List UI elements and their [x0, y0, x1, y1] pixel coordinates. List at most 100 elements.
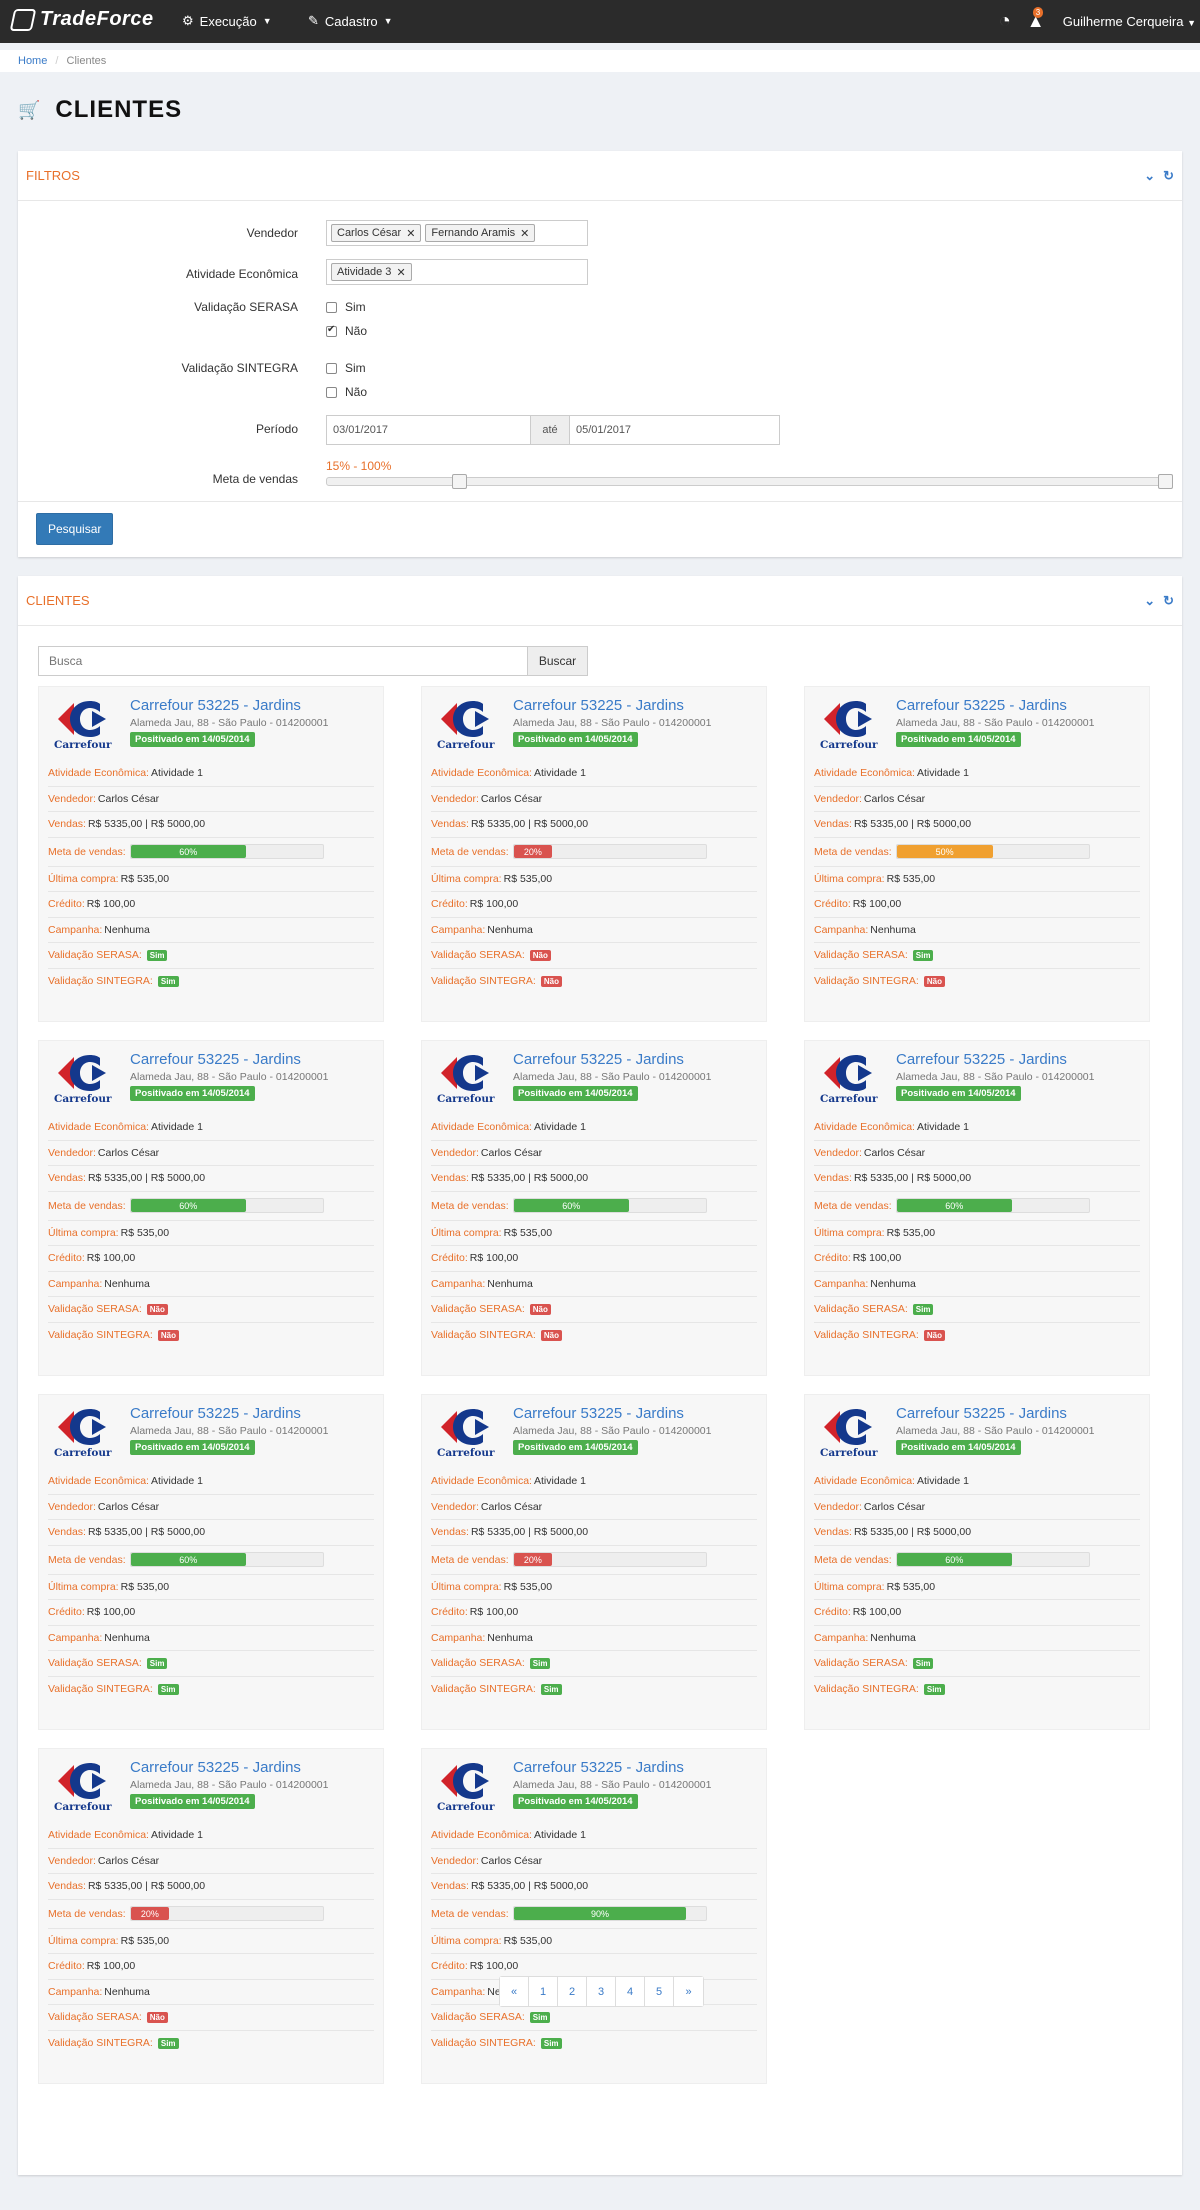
notification-count: 3 [1032, 6, 1044, 18]
pagination-page[interactable]: 3 [587, 1977, 616, 2006]
nav-cadastro[interactable]: ✎ Cadastro ▼ [308, 13, 393, 29]
card-row-ultima: Última compra: R$ 535,00 [431, 867, 757, 892]
remove-icon[interactable]: ✕ [520, 227, 529, 240]
ultima-key: Última compra: [814, 872, 885, 885]
client-card[interactable]: Carrefour Carrefour 53225 - Jardins Alamed… [421, 1040, 767, 1376]
client-card[interactable]: Carrefour Carrefour 53225 - Jardins Alamed… [421, 1394, 767, 1730]
client-card[interactable]: Carrefour Carrefour 53225 - Jardins Alamed… [38, 1394, 384, 1730]
atividade-select[interactable]: Atividade 3 ✕ [326, 259, 588, 285]
card-row-serasa: Validação SERASA: Sim [814, 1297, 1140, 1323]
nav-execucao-label: Execução [199, 13, 257, 29]
remove-icon[interactable]: ✕ [406, 227, 415, 240]
client-search-input[interactable] [38, 646, 528, 676]
client-card[interactable]: Carrefour Carrefour 53225 - Jardins Alamed… [804, 1040, 1150, 1376]
buscar-button[interactable]: Buscar [528, 646, 588, 676]
client-name[interactable]: Carrefour 53225 - Jardins [130, 1051, 328, 1068]
sintegra-sim-checkbox[interactable] [326, 362, 337, 374]
slider-handle-max[interactable] [1158, 474, 1173, 489]
card-row-meta: Meta de vendas: 60% [814, 1192, 1140, 1221]
remove-icon[interactable]: ✕ [396, 266, 405, 279]
gear-icon: ⚙ [182, 13, 194, 28]
sintegra-sim-option[interactable]: Sim [326, 361, 366, 375]
client-card[interactable]: Carrefour Carrefour 53225 - Jardins Alamed… [38, 1748, 384, 2084]
campanha-key: Campanha: [48, 1985, 103, 1998]
serasa-status-label: Não [146, 2011, 168, 2023]
client-card[interactable]: Carrefour Carrefour 53225 - Jardins Alamed… [421, 1748, 767, 2084]
slider-handle-min[interactable] [451, 474, 467, 489]
serasa-nao-checkbox[interactable] [326, 324, 337, 337]
client-name[interactable]: Carrefour 53225 - Jardins [130, 1759, 328, 1776]
serasa-sim-checkbox[interactable] [326, 301, 337, 313]
pagination-prev[interactable]: « [500, 1977, 529, 2006]
user-menu[interactable]: Guilherme Cerqueira ▼ [1063, 14, 1196, 29]
pesquisar-button[interactable]: Pesquisar [36, 513, 114, 545]
app-name: TradeForce [40, 8, 154, 30]
vendedor-select[interactable]: Carlos César ✕ Fernando Aramis ✕ [326, 220, 588, 246]
client-logo: Carrefour [48, 1049, 120, 1109]
meta-slider[interactable] [326, 474, 1173, 489]
client-name[interactable]: Carrefour 53225 - Jardins [896, 1051, 1094, 1068]
atividade-label: Atividade Econômica [185, 267, 298, 281]
atividade-value: Atividade 1 [916, 767, 969, 780]
client-card[interactable]: Carrefour Carrefour 53225 - Jardins Alamed… [421, 686, 767, 1022]
card-row-credito: Crédito: R$ 100,00 [431, 1600, 757, 1626]
pagination-page[interactable]: 1 [529, 1977, 558, 2006]
client-name[interactable]: Carrefour 53225 - Jardins [130, 697, 328, 714]
sintegra-nao-checkbox[interactable] [326, 386, 337, 398]
card-row-vendas: Vendas: R$ 5335,00 | R$ 5000,00 [814, 1166, 1140, 1192]
card-row-atividade: Atividade Econômica: Atividade 1 [48, 1469, 374, 1495]
client-name[interactable]: Carrefour 53225 - Jardins [513, 1405, 711, 1422]
card-row-meta: Meta de vendas: 20% [48, 1900, 374, 1929]
serasa-key: Validação SERASA: [431, 1657, 525, 1670]
date-from-input[interactable] [327, 416, 530, 444]
vendas-value: R$ 5335,00 | R$ 5000,00 [87, 1172, 206, 1185]
campanha-value: Nenhuma [487, 1277, 533, 1290]
client-name[interactable]: Carrefour 53225 - Jardins [513, 697, 711, 714]
dashboard-icon[interactable]: ◔ [999, 10, 1011, 33]
app-logo[interactable]: TradeForce [9, 8, 154, 31]
client-name[interactable]: Carrefour 53225 - Jardins [513, 1759, 711, 1776]
date-to-input[interactable] [570, 416, 773, 444]
card-header: Carrefour Carrefour 53225 - Jardins Alamed… [814, 1403, 1140, 1469]
card-row-vendedor: Vendedor: Carlos César [48, 1849, 374, 1874]
client-name[interactable]: Carrefour 53225 - Jardins [513, 1051, 711, 1068]
serasa-label: Validação SERASA [194, 300, 298, 314]
pagination-next[interactable]: » [674, 1977, 703, 2006]
vendas-value: R$ 5335,00 | R$ 5000,00 [470, 1526, 589, 1539]
clients-panel: CLIENTES ⌄ ↻ Buscar Carrefour Carrefour 5… [18, 576, 1182, 2175]
logo-text: Carrefour [54, 739, 112, 751]
atividade-value: Atividade 1 [150, 1475, 203, 1488]
client-name[interactable]: Carrefour 53225 - Jardins [896, 697, 1094, 714]
refresh-icon[interactable]: ↻ [1163, 168, 1174, 184]
campanha-value: Nenhuma [870, 923, 916, 936]
client-name[interactable]: Carrefour 53225 - Jardins [896, 1405, 1094, 1422]
client-card[interactable]: Carrefour Carrefour 53225 - Jardins Alamed… [804, 686, 1150, 1022]
vendedor-key: Vendedor: [814, 792, 862, 805]
pagination-page[interactable]: 5 [645, 1977, 674, 2006]
positivado-badge: Positivado em 14/05/2014 [130, 732, 255, 747]
card-row-campanha: Campanha:Nenhuma [814, 918, 1140, 943]
serasa-status-label: Sim [912, 949, 934, 961]
collapse-icon[interactable]: ⌄ [1144, 593, 1155, 609]
client-card[interactable]: Carrefour Carrefour 53225 - Jardins Alamed… [38, 1040, 384, 1376]
credito-value: R$ 100,00 [469, 1606, 519, 1619]
card-row-vendedor: Vendedor: Carlos César [814, 787, 1140, 812]
notifications-button[interactable]: ▲ 3 [1027, 6, 1047, 33]
client-card[interactable]: Carrefour Carrefour 53225 - Jardins Alamed… [804, 1394, 1150, 1730]
pagination-page[interactable]: 2 [558, 1977, 587, 2006]
meta-progress-bar: 60% [129, 1552, 324, 1567]
collapse-icon[interactable]: ⌄ [1144, 168, 1155, 184]
credito-key: Crédito: [431, 898, 468, 911]
serasa-nao-option[interactable]: Não [326, 324, 367, 338]
meta-key: Meta de vendas: [431, 1199, 509, 1212]
nav-execucao[interactable]: ⚙ Execução ▼ [182, 13, 272, 29]
client-card[interactable]: Carrefour Carrefour 53225 - Jardins Alamed… [38, 686, 384, 1022]
serasa-sim-option[interactable]: Sim [326, 300, 366, 314]
breadcrumb-home[interactable]: Home [18, 55, 47, 67]
card-row-credito: Crédito: R$ 100,00 [431, 1246, 757, 1272]
sintegra-nao-option[interactable]: Não [326, 385, 367, 399]
pagination-page[interactable]: 4 [616, 1977, 645, 2006]
refresh-icon[interactable]: ↻ [1163, 593, 1174, 609]
logo-text: Carrefour [54, 1093, 112, 1105]
client-name[interactable]: Carrefour 53225 - Jardins [130, 1405, 328, 1422]
